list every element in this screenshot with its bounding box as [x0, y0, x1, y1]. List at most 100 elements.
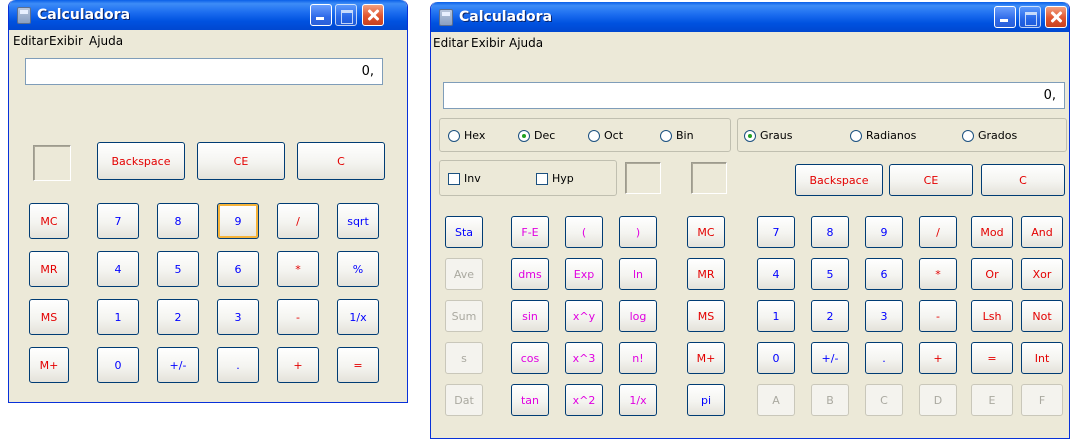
ce-button[interactable]: CE	[197, 142, 285, 180]
radio-radianos[interactable]: Radianos	[850, 129, 916, 142]
digit-8-button[interactable]: 8	[157, 203, 199, 239]
dat-button[interactable]: Dat	[445, 384, 483, 416]
ms-button[interactable]: MS	[687, 300, 725, 332]
equals-button[interactable]: =	[337, 347, 379, 383]
square-button[interactable]: x^2	[565, 384, 603, 416]
pi-button[interactable]: pi	[687, 384, 725, 416]
digit-4-button[interactable]: 4	[97, 251, 139, 287]
minimize-button[interactable]	[994, 6, 1016, 28]
add-button[interactable]: +	[919, 342, 957, 374]
checkbox-inv[interactable]: Inv	[448, 172, 481, 185]
and-button[interactable]: And	[1021, 216, 1063, 248]
digit-0-button[interactable]: 0	[97, 347, 139, 383]
sum-button[interactable]: Sum	[445, 300, 483, 332]
cube-button[interactable]: x^3	[565, 342, 603, 374]
c-button[interactable]: C	[981, 164, 1065, 196]
menu-ajuda[interactable]: Ajuda	[89, 30, 123, 52]
radio-grados[interactable]: Grados	[962, 129, 1017, 142]
hex-c-button[interactable]: C	[865, 384, 903, 416]
decimal-button[interactable]: .	[217, 347, 259, 383]
backspace-button[interactable]: Backspace	[795, 164, 883, 196]
sin-button[interactable]: sin	[511, 300, 549, 332]
m-plus-button[interactable]: M+	[687, 342, 725, 374]
digit-6-button[interactable]: 6	[217, 251, 259, 287]
multiply-button[interactable]: *	[919, 258, 957, 290]
c-button[interactable]: C	[297, 142, 385, 180]
ave-button[interactable]: Ave	[445, 258, 483, 290]
digit-8-button[interactable]: 8	[811, 216, 849, 248]
cos-button[interactable]: cos	[511, 342, 549, 374]
factorial-button[interactable]: n!	[619, 342, 657, 374]
title-bar[interactable]: Calculadora	[431, 2, 1069, 32]
multiply-button[interactable]: *	[277, 251, 319, 287]
maximize-button[interactable]	[1019, 6, 1041, 28]
mc-button[interactable]: MC	[29, 203, 69, 239]
radio-oct[interactable]: Oct	[588, 129, 623, 142]
open-paren-button[interactable]: (	[565, 216, 603, 248]
tan-button[interactable]: tan	[511, 384, 549, 416]
digit-3-button[interactable]: 3	[865, 300, 903, 332]
sqrt-button[interactable]: sqrt	[337, 203, 379, 239]
mr-button[interactable]: MR	[29, 251, 69, 287]
divide-button[interactable]: /	[277, 203, 319, 239]
digit-9-button[interactable]: 9	[865, 216, 903, 248]
negate-button[interactable]: +/-	[157, 347, 199, 383]
s-button[interactable]: s	[445, 342, 483, 374]
title-bar[interactable]: Calculadora	[9, 0, 407, 30]
menu-exibir[interactable]: Exibir	[471, 32, 505, 54]
divide-button[interactable]: /	[919, 216, 957, 248]
hex-f-button[interactable]: F	[1021, 384, 1063, 416]
subtract-button[interactable]: -	[919, 300, 957, 332]
hex-e-button[interactable]: E	[971, 384, 1013, 416]
reciprocal-button[interactable]: 1/x	[337, 299, 379, 335]
digit-7-button[interactable]: 7	[97, 203, 139, 239]
digit-7-button[interactable]: 7	[757, 216, 795, 248]
digit-1-button[interactable]: 1	[757, 300, 795, 332]
menu-ajuda[interactable]: Ajuda	[509, 32, 543, 54]
menu-editar[interactable]: Editar	[433, 32, 469, 54]
radio-dec[interactable]: Dec	[518, 129, 555, 142]
radio-bin[interactable]: Bin	[660, 129, 694, 142]
equals-button[interactable]: =	[971, 342, 1013, 374]
subtract-button[interactable]: -	[277, 299, 319, 335]
radio-graus[interactable]: Graus	[744, 129, 793, 142]
lsh-button[interactable]: Lsh	[971, 300, 1013, 332]
m-plus-button[interactable]: M+	[29, 347, 69, 383]
hex-a-button[interactable]: A	[757, 384, 795, 416]
ce-button[interactable]: CE	[889, 164, 973, 196]
sta-button[interactable]: Sta	[445, 216, 483, 248]
dms-button[interactable]: dms	[511, 258, 549, 290]
power-button[interactable]: x^y	[565, 300, 603, 332]
menu-editar[interactable]: Editar	[13, 30, 49, 52]
radio-hex[interactable]: Hex	[448, 129, 485, 142]
log-button[interactable]: log	[619, 300, 657, 332]
digit-2-button[interactable]: 2	[811, 300, 849, 332]
digit-3-button[interactable]: 3	[217, 299, 259, 335]
int-button[interactable]: Int	[1021, 342, 1063, 374]
ms-button[interactable]: MS	[29, 299, 69, 335]
hex-b-button[interactable]: B	[811, 384, 849, 416]
digit-0-button[interactable]: 0	[757, 342, 795, 374]
digit-1-button[interactable]: 1	[97, 299, 139, 335]
add-button[interactable]: +	[277, 347, 319, 383]
close-paren-button[interactable]: )	[619, 216, 657, 248]
xor-button[interactable]: Xor	[1021, 258, 1063, 290]
fe-button[interactable]: F-E	[511, 216, 549, 248]
digit-5-button[interactable]: 5	[157, 251, 199, 287]
digit-5-button[interactable]: 5	[811, 258, 849, 290]
mr-button[interactable]: MR	[687, 258, 725, 290]
reciprocal-button[interactable]: 1/x	[619, 384, 657, 416]
close-button[interactable]	[1045, 6, 1067, 28]
mod-button[interactable]: Mod	[971, 216, 1013, 248]
maximize-button[interactable]	[335, 4, 357, 26]
digit-9-button[interactable]: 9	[217, 203, 259, 239]
digit-6-button[interactable]: 6	[865, 258, 903, 290]
mc-button[interactable]: MC	[687, 216, 725, 248]
ln-button[interactable]: ln	[619, 258, 657, 290]
digit-2-button[interactable]: 2	[157, 299, 199, 335]
close-button[interactable]	[362, 4, 384, 26]
menu-exibir[interactable]: Exibir	[49, 30, 83, 52]
checkbox-hyp[interactable]: Hyp	[536, 172, 574, 185]
or-button[interactable]: Or	[971, 258, 1013, 290]
percent-button[interactable]: %	[337, 251, 379, 287]
